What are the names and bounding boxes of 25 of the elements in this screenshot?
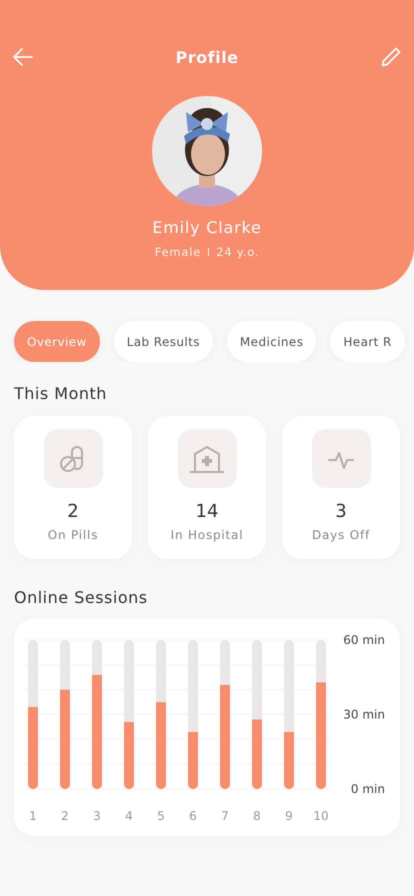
section-title: This Month xyxy=(14,384,108,403)
stat-value: 3 xyxy=(335,501,347,522)
axis-label: 10 xyxy=(313,809,329,823)
stat-label: In Hospital xyxy=(170,528,244,542)
patient-name: Emily Clarke xyxy=(151,218,263,237)
axis-label: 3 xyxy=(93,809,101,823)
axis-label: 4 xyxy=(125,809,133,823)
axis-label: 5 xyxy=(157,809,165,823)
stat-value: 2 xyxy=(67,501,79,522)
axis-label: 0 min xyxy=(350,782,385,796)
axis-label: 1 xyxy=(29,809,37,823)
gender-text: Female xyxy=(154,245,202,259)
stat-label: On Pills xyxy=(48,528,98,542)
axis-label: 7 xyxy=(221,809,229,823)
stat-value: 14 xyxy=(196,501,218,522)
axis-label: 2 xyxy=(61,809,69,823)
screen-title: Profile xyxy=(176,48,238,66)
stat-label: Days Off xyxy=(312,528,370,542)
axis-label: 8 xyxy=(253,809,261,823)
axis-label: 60 min xyxy=(343,633,385,647)
axis-label: 6 xyxy=(189,809,197,823)
axis-label: 9 xyxy=(285,809,293,823)
axis-label: 30 min xyxy=(343,708,385,722)
age-text: 24 y.o. xyxy=(216,245,260,259)
section-title: Online Sessions xyxy=(14,588,149,607)
